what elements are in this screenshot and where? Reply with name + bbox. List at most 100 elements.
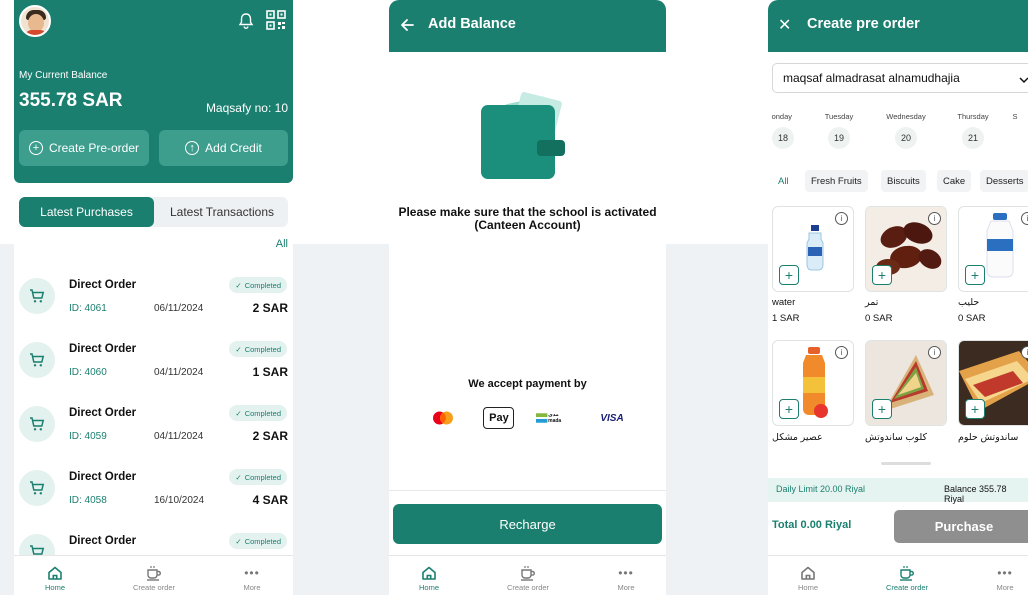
tab-latest-transactions[interactable]: Latest Transactions (156, 197, 288, 227)
info-icon[interactable]: i (1021, 346, 1028, 359)
order-id: ID: 4061 (69, 303, 107, 314)
day-item[interactable]: S (1000, 112, 1028, 121)
add-credit-button[interactable]: ↑ Add Credit (159, 130, 288, 166)
cart-icon (19, 534, 55, 555)
check-icon: ✓ (235, 408, 242, 418)
status-label: Completed (244, 408, 281, 418)
list-item[interactable]: Direct Order ID: 4061 06/11/2024 ✓ Comple… (14, 265, 293, 327)
info-icon[interactable]: i (928, 212, 941, 225)
day-name: S (1012, 112, 1018, 121)
back-arrow-icon[interactable] (399, 17, 415, 38)
status-badge: ✓ Completed (229, 533, 287, 549)
qr-code-icon[interactable] (266, 10, 286, 35)
day-name: Thursday (957, 112, 989, 121)
add-button[interactable]: + (872, 399, 892, 419)
product-name: water (772, 297, 796, 308)
divider (389, 490, 666, 491)
product-name: عصير مشكل (772, 432, 823, 443)
nav-home-label: Home (418, 583, 439, 592)
status-label: Completed (244, 344, 281, 354)
nav-home[interactable]: Home (20, 565, 90, 592)
bell-icon[interactable] (238, 12, 254, 35)
add-button[interactable]: + (872, 265, 892, 285)
nav-create-order-label: Create order (506, 583, 550, 592)
add-button[interactable]: + (965, 265, 985, 285)
order-id: ID: 4058 (69, 495, 107, 506)
purchase-button[interactable]: Purchase (894, 510, 1028, 543)
check-icon: ✓ (235, 280, 242, 290)
balance-text: Balance 355.78 Riyal (944, 484, 1007, 504)
add-button[interactable]: + (779, 399, 799, 419)
close-icon[interactable]: ✕ (778, 15, 791, 35)
nav-create-order[interactable]: Create order (493, 565, 563, 592)
list-item[interactable]: Direct Order ID: 4059 04/11/2024 ✓ Comple… (14, 393, 293, 455)
nav-create-order-label: Create order (885, 583, 929, 592)
mada-icon: مدى mada (535, 407, 572, 429)
nav-create-order-label: Create order (132, 583, 176, 592)
day-item[interactable]: Wednesday 20 (876, 112, 936, 149)
product-card[interactable]: i + (865, 206, 947, 292)
order-id: ID: 4060 (69, 367, 107, 378)
info-icon[interactable]: i (928, 346, 941, 359)
all-link[interactable]: All (276, 238, 288, 250)
activation-note: Please make sure that the school is acti… (398, 205, 657, 232)
product-price: 1 SAR (772, 313, 800, 324)
nav-more-label: More (243, 583, 261, 592)
cart-icon (19, 342, 55, 378)
order-date: 06/11/2024 (154, 303, 204, 314)
nav-home[interactable]: Home (394, 565, 464, 592)
avatar-shirt (24, 30, 48, 35)
product-card[interactable]: i + (865, 340, 947, 426)
create-preorder-button[interactable]: + Create Pre-order (19, 130, 149, 166)
coffee-cup-icon (493, 565, 563, 581)
school-select[interactable]: maqsaf almadrasat alnamudhajia (772, 63, 1028, 93)
category-tabs: All Fresh Fruits Biscuits Cake Desserts (768, 170, 1028, 192)
daily-limit: Daily Limit 20.00 Riyal (776, 484, 866, 494)
category-fresh-fruits[interactable]: Fresh Fruits (805, 170, 868, 192)
day-item[interactable]: onday 18 (768, 112, 806, 149)
add-button[interactable]: + (779, 265, 799, 285)
cart-icon (19, 406, 55, 442)
nav-create-order[interactable]: Create order (119, 565, 189, 592)
nav-home[interactable]: Home (773, 565, 843, 592)
day-item[interactable]: Tuesday 19 (809, 112, 869, 149)
nav-more[interactable]: ••• More (970, 565, 1028, 592)
list-item[interactable]: Direct Order ID: 4058 16/10/2024 ✓ Comple… (14, 457, 293, 519)
category-cake[interactable]: Cake (937, 170, 972, 192)
product-card[interactable]: i + (772, 340, 854, 426)
recharge-button[interactable]: Recharge (393, 504, 662, 544)
nav-more[interactable]: ••• More (591, 565, 661, 592)
nav-more[interactable]: ••• More (217, 565, 287, 592)
balance-value: 355.78 SAR (19, 90, 123, 111)
nav-create-order[interactable]: Create order (872, 565, 942, 592)
day-number: 18 (772, 127, 794, 149)
info-icon[interactable]: i (1021, 212, 1028, 225)
payment-methods: Pay مدى mada VISA (425, 407, 630, 429)
day-item[interactable]: Thursday 21 (943, 112, 1003, 149)
product-name: حليب (958, 297, 980, 308)
avatar[interactable] (19, 5, 51, 37)
tab-bar: Latest Purchases Latest Transactions (19, 197, 288, 227)
order-amount: 1 SAR (252, 365, 288, 379)
day-name: onday (771, 112, 792, 121)
list-item[interactable]: Direct Order ✓ Completed (14, 521, 293, 555)
list-item[interactable]: Direct Order ID: 4060 04/11/2024 ✓ Comple… (14, 329, 293, 391)
coffee-cup-icon (119, 565, 189, 581)
sheet-handle[interactable] (881, 462, 931, 465)
category-desserts[interactable]: Desserts (980, 170, 1028, 192)
plus-circle-icon: + (28, 141, 43, 155)
info-icon[interactable]: i (835, 212, 848, 225)
product-card[interactable]: i + (958, 206, 1028, 292)
info-icon[interactable]: i (835, 346, 848, 359)
category-biscuits[interactable]: Biscuits (881, 170, 926, 192)
apple-pay-label: Pay (489, 412, 509, 424)
order-date: 04/11/2024 (154, 367, 204, 378)
bottom-nav: Home Create order ••• More (768, 555, 1028, 595)
order-date: 16/10/2024 (154, 495, 205, 506)
category-all[interactable]: All (772, 170, 795, 192)
product-card[interactable]: i + (772, 206, 854, 292)
tab-latest-purchases[interactable]: Latest Purchases (19, 197, 154, 227)
product-card[interactable]: i + (958, 340, 1028, 426)
add-button[interactable]: + (965, 399, 985, 419)
order-amount: 2 SAR (252, 301, 288, 315)
